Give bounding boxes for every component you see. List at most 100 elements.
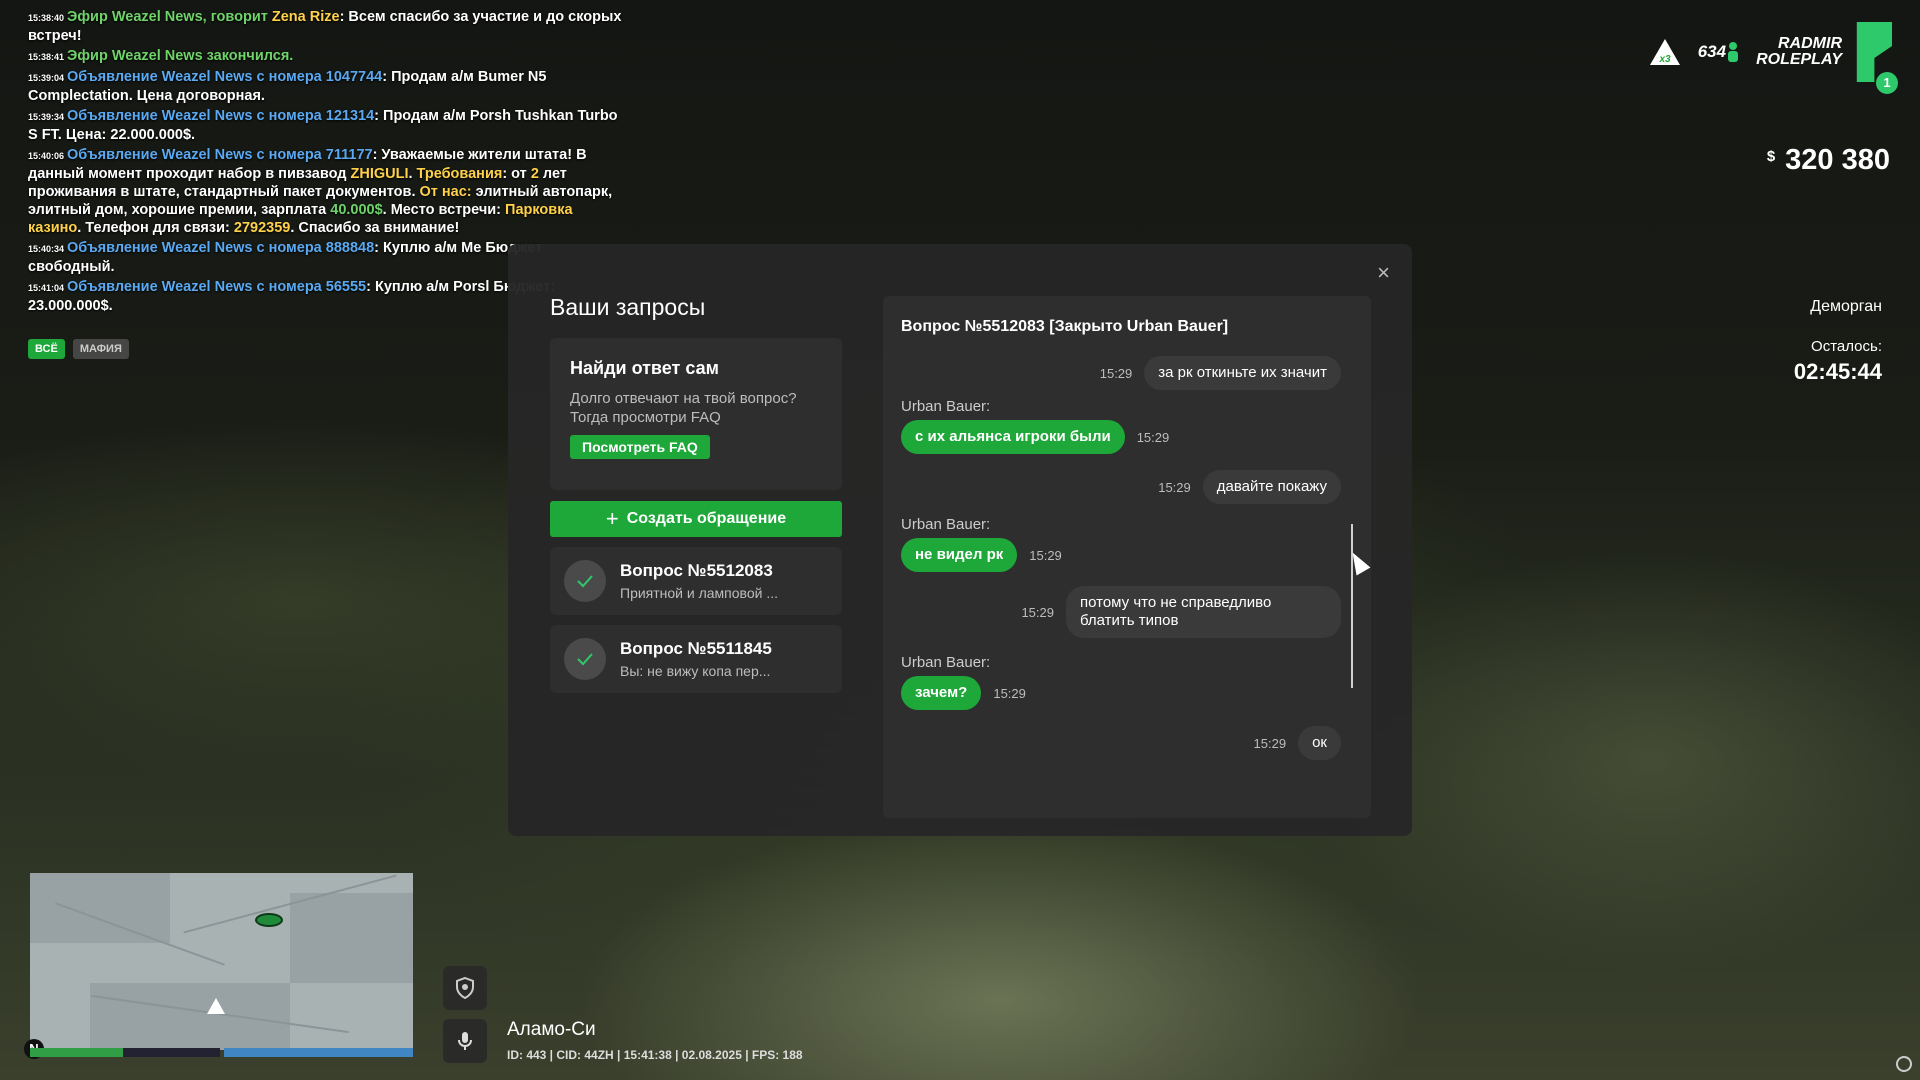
chat-text: с номера xyxy=(252,69,326,85)
message-outgoing: 15:29 давайте покажу xyxy=(1158,470,1341,504)
faq-title: Найди ответ сам xyxy=(570,358,719,378)
message-time: 15:29 xyxy=(1099,365,1133,381)
request-item[interactable]: Вопрос №5512083 Приятной и ламповой ... xyxy=(550,547,842,615)
chat-tab-all[interactable]: ВСЁ xyxy=(28,339,65,359)
chat-text: 56555 xyxy=(325,279,367,295)
chat-text: Эфир Weazel News закончился. xyxy=(67,48,294,64)
chat-time: 15:38:41 xyxy=(28,52,65,62)
mission-blip-icon xyxy=(255,913,283,927)
jail-timer: 02:45:44 xyxy=(1793,359,1882,384)
shield-icon xyxy=(443,966,487,1010)
server-logo: RADMIR ROLEPLAY xyxy=(1756,22,1892,82)
create-request-label: Создать обращение xyxy=(626,510,787,527)
logo-line1: RADMIR xyxy=(1778,35,1842,52)
chat-text: . Спасибо за внимание! xyxy=(290,220,460,236)
chat-text: с номера xyxy=(252,147,326,163)
chat-text: Эфир Weazel News, говорит xyxy=(67,9,272,25)
faq-text: Долго отвечают на твой вопрос? Тогда про… xyxy=(570,390,797,426)
chat-line: 15:38:40 Эфир Weazel News, говорит Zena R… xyxy=(28,8,628,45)
level-badge: 634 xyxy=(1698,41,1740,63)
message-time: 15:29 xyxy=(1253,735,1287,751)
jail-left-label: Осталось: xyxy=(1811,338,1882,355)
chat-line: 15:39:04 Объявление Weazel News с номера … xyxy=(28,68,628,105)
message-time: 15:29 xyxy=(1136,429,1170,445)
message-bubble: за рк откиньте их значит xyxy=(1144,356,1341,390)
chat-line: 15:39:34 Объявление Weazel News с номера … xyxy=(28,107,628,144)
check-icon xyxy=(564,638,606,680)
mountain-icon: x3 xyxy=(1649,39,1680,65)
status-bars xyxy=(30,1048,413,1057)
chat-text: 40.000$ xyxy=(330,202,383,218)
multiplier-badge: x3 xyxy=(1648,37,1682,67)
message-sender: Urban Bauer: xyxy=(901,398,991,415)
chat-text: с номера xyxy=(252,279,326,295)
check-icon xyxy=(564,560,606,602)
message-outgoing: 15:29 за рк откиньте их значит xyxy=(1100,356,1341,390)
chat-text: . Место встречи: xyxy=(382,202,506,218)
chat-text: От нас: xyxy=(419,184,472,200)
chat-text: Zena Rize xyxy=(271,9,340,25)
armor-bar xyxy=(224,1048,413,1057)
message-time: 15:29 xyxy=(1158,479,1191,495)
chat-time: 15:41:04 xyxy=(28,283,65,293)
message-incoming: с их альянса игроки были 15:29 xyxy=(901,420,1169,454)
chat-text: 121314 xyxy=(325,108,375,124)
chat-time: 15:40:34 xyxy=(28,244,65,254)
location-name: Аламо-Си xyxy=(507,1019,596,1040)
chat-text: 1047744 xyxy=(325,69,383,85)
conversation-panel: Вопрос №5512083 [Закрыто Urban Bauer] 15… xyxy=(883,296,1371,818)
message-time: 15:29 xyxy=(993,685,1026,701)
person-icon xyxy=(1728,42,1739,62)
chat-line: 15:38:41 Эфир Weazel News закончился. xyxy=(28,47,628,66)
chat-text: 2792359 xyxy=(233,220,291,236)
chat-text: ZHIGULI xyxy=(350,166,409,182)
message-outgoing: 15:29 ок xyxy=(1254,726,1341,760)
message-bubble: ок xyxy=(1298,726,1341,760)
request-title: Вопрос №5512083 xyxy=(620,561,773,580)
chat-text: 2 xyxy=(530,166,539,182)
microphone-icon xyxy=(443,1019,487,1063)
status-line: ID: 443 | CID: 44ZH | 15:41:38 | 02.08.2… xyxy=(507,1048,803,1062)
request-preview: Приятной и ламповой ... xyxy=(620,585,778,601)
money-value: 320 380 xyxy=(1785,144,1890,176)
message-bubble: потому что не справедливо блатить типов xyxy=(1066,586,1341,638)
settings-icon[interactable] xyxy=(1896,1056,1912,1072)
chat-text: Объявление Weazel News xyxy=(67,108,253,124)
conversation-title: Вопрос №5512083 [Закрыто Urban Bauer] xyxy=(901,318,1229,335)
message-incoming: зачем? 15:29 xyxy=(901,676,1026,710)
level-value: 634 xyxy=(1697,42,1727,61)
request-title: Вопрос №5511845 xyxy=(620,639,772,658)
jail-timer-panel: Деморган Осталось: 02:45:44 xyxy=(1794,298,1882,385)
chat-text: . xyxy=(408,166,417,182)
chat-text: Объявление Weazel News xyxy=(67,147,253,163)
faq-card: Найди ответ сам Долго отвечают на твой в… xyxy=(550,338,842,490)
message-bubble: не видел рк xyxy=(901,538,1018,572)
multiplier-text: x3 xyxy=(1658,54,1671,65)
chat-tab-mafia[interactable]: МАФИЯ xyxy=(72,339,129,359)
chat-line: 15:40:06 Объявление Weazel News с номера … xyxy=(28,146,628,237)
chat-text: : от xyxy=(502,166,531,182)
close-icon[interactable]: × xyxy=(1377,260,1390,286)
money-display: $ 320 380 xyxy=(1767,144,1890,177)
view-faq-button[interactable]: Посмотреть FAQ xyxy=(570,435,710,459)
chat-time: 15:40:06 xyxy=(28,151,65,161)
chat-text: Объявление Weazel News xyxy=(67,279,253,295)
message-bubble: зачем? xyxy=(901,676,982,710)
chat-text: : Куплю а/м Porsl xyxy=(366,279,490,295)
chat-time: 15:39:04 xyxy=(28,73,65,83)
requests-modal: × Ваши запросы Найди ответ сам Долго отв… xyxy=(508,244,1412,836)
dollar-icon: $ xyxy=(1766,148,1776,165)
hud-top: x3 634 RADMIR ROLEPLAY xyxy=(1648,22,1892,82)
plus-icon: + xyxy=(605,506,619,531)
chat-text: Требования xyxy=(416,166,503,182)
request-item[interactable]: Вопрос №5511845 Вы: не вижу копа пер... xyxy=(550,625,842,693)
request-preview: Вы: не вижу копа пер... xyxy=(620,663,771,679)
chat-time: 15:39:34 xyxy=(28,112,65,122)
chat-text: с номера xyxy=(252,108,326,124)
message-incoming: не видел рк 15:29 xyxy=(901,538,1062,572)
chat-time: 15:38:40 xyxy=(28,13,65,23)
create-request-button[interactable]: + Создать обращение xyxy=(550,501,842,537)
jail-place: Деморган xyxy=(1810,298,1882,315)
message-sender: Urban Bauer: xyxy=(901,516,991,533)
conversation-scrollbar[interactable] xyxy=(1351,524,1353,688)
